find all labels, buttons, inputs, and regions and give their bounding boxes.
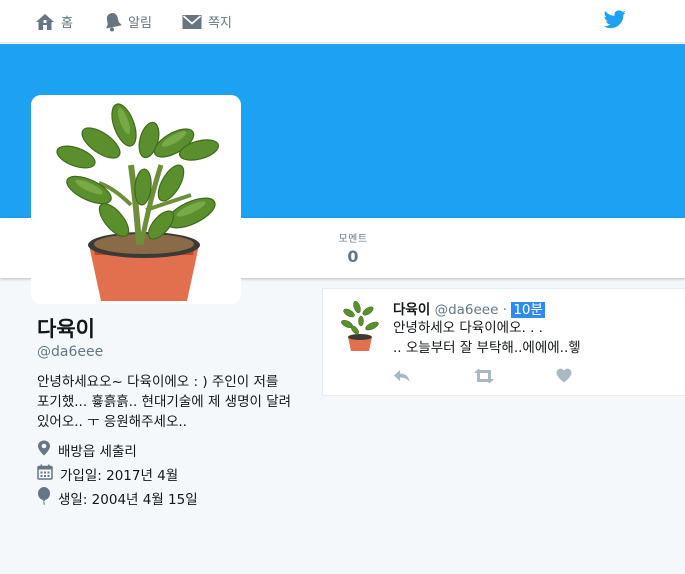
- nav-notifications[interactable]: 알림: [104, 0, 152, 43]
- like-icon[interactable]: [556, 368, 572, 387]
- moments-stat-value: 0: [347, 247, 359, 266]
- tweet-text: 안녕하세오 다육이에오. . . .. 오늘부터 잘 부탁해..에에에..헿: [393, 318, 678, 358]
- profile-avatar[interactable]: [31, 95, 241, 304]
- moments-stat[interactable]: 모멘트 0: [322, 230, 384, 266]
- tweet-timestamp[interactable]: 10분: [511, 302, 545, 318]
- calendar-icon: [37, 464, 53, 484]
- succulent-thumbnail-image: [341, 301, 379, 351]
- reply-icon[interactable]: [393, 368, 411, 388]
- nav-home[interactable]: 홈: [35, 0, 73, 43]
- tweet-text-line-2: .. 오늘부터 잘 부탁해..에에에..헿: [393, 340, 581, 356]
- location-pin-icon: [37, 440, 51, 460]
- profile-location-text: 배방읍 세출리: [58, 444, 137, 460]
- tweet-avatar[interactable]: [335, 297, 383, 353]
- envelope-icon: [182, 14, 202, 30]
- nav-messages[interactable]: 쪽지: [182, 0, 232, 43]
- profile-name[interactable]: 다육이: [37, 313, 95, 343]
- top-navigation-bar: 홈 알림 쪽지: [0, 0, 685, 43]
- bell-icon: [104, 12, 122, 32]
- profile-bio: 안녕하세요오~ 다육이에오 : ) 주인이 저를 포기했... 흏흙흙.. 현대…: [37, 374, 292, 430]
- home-icon: [35, 13, 55, 31]
- balloon-icon: [37, 487, 51, 509]
- profile-location: 배방읍 세출리: [37, 440, 137, 460]
- profile-birthday-text: 생일: 2004년 4월 15일: [58, 492, 198, 508]
- profile-joined: 가입일: 2017년 4월: [37, 464, 178, 484]
- profile-joined-text: 가입일: 2017년 4월: [60, 468, 179, 484]
- tweet-card[interactable]: 다육이 @da6eee · 10분 안녕하세오 다육이에오. . . .. 오늘…: [322, 288, 685, 396]
- profile-birthday: 생일: 2004년 4월 15일: [37, 487, 198, 509]
- tweet-author-handle[interactable]: @da6eee: [435, 302, 499, 318]
- nav-home-label: 홈: [61, 16, 73, 31]
- tweet-header: 다육이 @da6eee · 10분: [393, 298, 545, 318]
- moments-stat-label: 모멘트: [338, 234, 368, 245]
- succulent-plant-image: [56, 103, 220, 301]
- nav-messages-label: 쪽지: [208, 16, 232, 31]
- tweet-author-name[interactable]: 다육이: [393, 302, 430, 318]
- profile-handle[interactable]: @da6eee: [37, 344, 103, 360]
- twitter-bird-icon[interactable]: [603, 10, 626, 33]
- tweet-text-line-1: 안녕하세오 다육이에오. . .: [393, 320, 543, 336]
- tweet-separator: ·: [502, 302, 508, 318]
- retweet-icon[interactable]: [473, 368, 495, 388]
- nav-notifications-label: 알림: [128, 16, 152, 31]
